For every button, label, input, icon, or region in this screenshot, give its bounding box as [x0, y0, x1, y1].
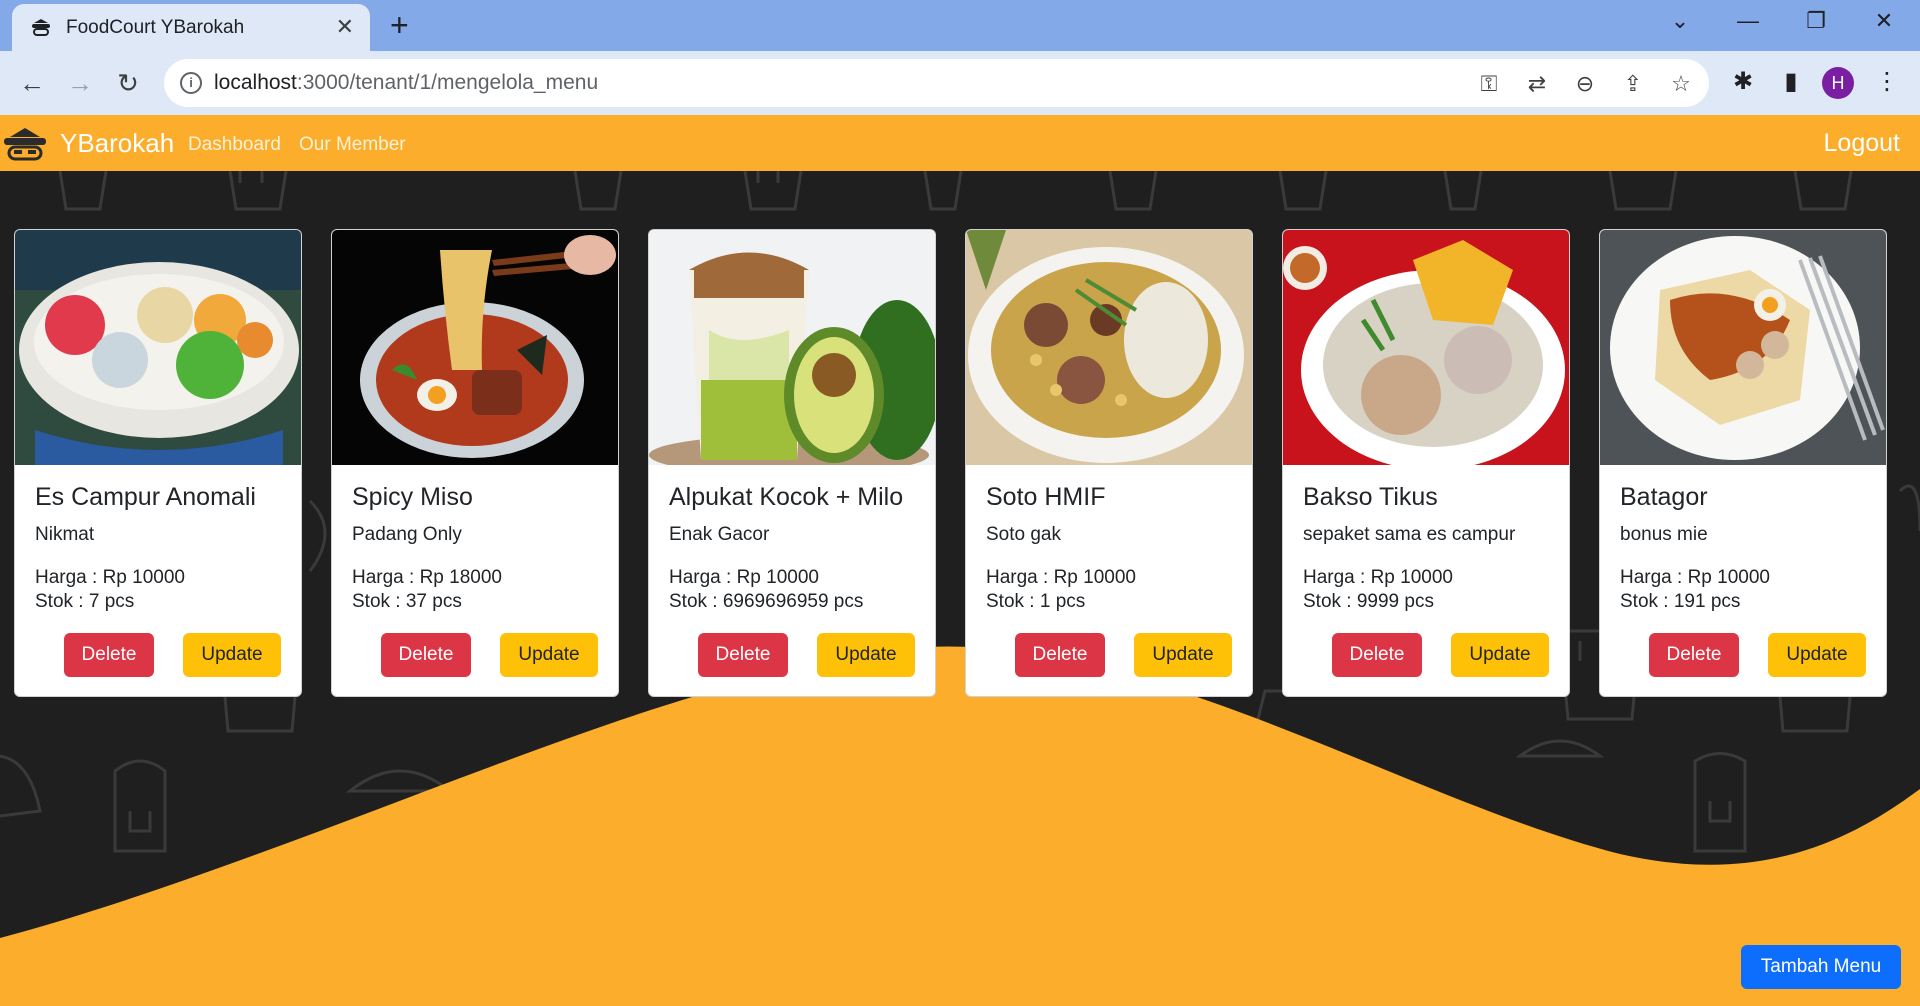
- page-content: YBarokah Dashboard Our Member Logout Es …: [0, 115, 1920, 1006]
- menu-image-es-campur: [15, 230, 301, 465]
- browser-tab[interactable]: FoodCourt YBarokah ✕: [12, 4, 370, 51]
- menu-description: sepaket sama es campur: [1303, 524, 1516, 545]
- address-bar[interactable]: i localhost:3000/tenant/1/mengelola_menu…: [164, 59, 1709, 107]
- nav-link-dashboard[interactable]: Dashboard: [188, 134, 281, 156]
- browser-tab-strip: FoodCourt YBarokah ✕ + ⌄ — ❐ ✕: [0, 0, 1920, 51]
- menu-description: Enak Gacor: [669, 524, 770, 545]
- menu-description: bonus mie: [1620, 524, 1708, 545]
- forward-icon[interactable]: →: [62, 65, 98, 101]
- close-window-icon[interactable]: ✕: [1864, 8, 1904, 34]
- new-tab-icon[interactable]: +: [390, 7, 409, 43]
- bookmark-star-icon[interactable]: ☆: [1668, 71, 1694, 97]
- menu-name: Bakso Tikus: [1303, 483, 1438, 511]
- share-icon[interactable]: ⇪: [1620, 71, 1646, 97]
- nav-link-our-member[interactable]: Our Member: [299, 134, 406, 156]
- translate-icon[interactable]: ⇄: [1524, 71, 1550, 97]
- menu-description: Nikmat: [35, 524, 95, 545]
- update-button[interactable]: Update: [1768, 633, 1866, 677]
- tab-title: FoodCourt YBarokah: [66, 17, 245, 38]
- menu-stock: Stok : 1 pcs: [986, 591, 1086, 612]
- menu-name: Spicy Miso: [352, 483, 473, 511]
- menu-image-batagor: [1600, 230, 1886, 465]
- site-navbar: YBarokah Dashboard Our Member Logout: [0, 115, 1920, 171]
- delete-button[interactable]: Delete: [698, 633, 788, 677]
- menu-name: Soto HMIF: [986, 483, 1106, 511]
- menu-price: Harga : Rp 18000: [352, 567, 502, 588]
- menu-stock: Stok : 7 pcs: [35, 591, 135, 612]
- update-button[interactable]: Update: [1451, 633, 1549, 677]
- menu-card: Es Campur Anomali Nikmat Harga : Rp 1000…: [14, 229, 302, 697]
- menu-stock: Stok : 37 pcs: [352, 591, 462, 612]
- site-info-icon[interactable]: i: [180, 72, 202, 94]
- menu-card: Spicy Miso Padang Only Harga : Rp 18000 …: [331, 229, 619, 697]
- chrome-menu-icon[interactable]: ⋮: [1870, 65, 1904, 99]
- menu-description: Padang Only: [352, 524, 462, 545]
- brand-name[interactable]: YBarokah: [60, 128, 174, 159]
- menu-image-bakso: [1283, 230, 1569, 465]
- side-panel-icon[interactable]: ▮: [1774, 65, 1808, 99]
- update-button[interactable]: Update: [817, 633, 915, 677]
- restore-icon[interactable]: ❐: [1796, 8, 1836, 34]
- menu-price: Harga : Rp 10000: [35, 567, 185, 588]
- menu-stock: Stok : 191 pcs: [1620, 591, 1741, 612]
- update-button[interactable]: Update: [183, 633, 281, 677]
- update-button[interactable]: Update: [1134, 633, 1232, 677]
- reload-icon[interactable]: ↻: [110, 65, 146, 101]
- tab-search-chevron-icon[interactable]: ⌄: [1660, 8, 1700, 34]
- menu-description: Soto gak: [986, 524, 1061, 545]
- password-key-icon[interactable]: ⚿: [1476, 71, 1502, 97]
- menu-stock: Stok : 6969696959 pcs: [669, 591, 864, 612]
- update-button[interactable]: Update: [500, 633, 598, 677]
- site-favicon-icon: [32, 19, 50, 36]
- menu-card: Bakso Tikus sepaket sama es campur Harga…: [1282, 229, 1570, 697]
- url-text[interactable]: localhost:3000/tenant/1/mengelola_menu: [214, 71, 598, 95]
- menu-price: Harga : Rp 10000: [669, 567, 819, 588]
- extensions-puzzle-icon[interactable]: ✱: [1726, 65, 1760, 99]
- menu-price: Harga : Rp 10000: [1303, 567, 1453, 588]
- add-menu-button[interactable]: Tambah Menu: [1741, 945, 1901, 989]
- menu-card: Soto HMIF Soto gak Harga : Rp 10000 Stok…: [965, 229, 1253, 697]
- menu-price: Harga : Rp 10000: [1620, 567, 1770, 588]
- menu-name: Batagor: [1620, 483, 1708, 511]
- menu-stock: Stok : 9999 pcs: [1303, 591, 1434, 612]
- menu-name: Es Campur Anomali: [35, 483, 256, 511]
- zoom-out-icon[interactable]: ⊖: [1572, 71, 1598, 97]
- menu-image-soto: [966, 230, 1252, 465]
- browser-toolbar: ← → ↻ i localhost:3000/tenant/1/mengelol…: [0, 51, 1920, 115]
- menu-price: Harga : Rp 10000: [986, 567, 1136, 588]
- menu-card: Alpukat Kocok + Milo Enak Gacor Harga : …: [648, 229, 936, 697]
- menu-image-spicy-miso: [332, 230, 618, 465]
- brand-logo-icon[interactable]: [2, 125, 48, 161]
- delete-button[interactable]: Delete: [1649, 633, 1739, 677]
- delete-button[interactable]: Delete: [64, 633, 154, 677]
- menu-name: Alpukat Kocok + Milo: [669, 483, 904, 511]
- profile-avatar[interactable]: H: [1822, 67, 1854, 99]
- back-icon[interactable]: ←: [14, 65, 50, 101]
- delete-button[interactable]: Delete: [1332, 633, 1422, 677]
- delete-button[interactable]: Delete: [1015, 633, 1105, 677]
- tab-close-icon[interactable]: ✕: [336, 14, 354, 40]
- logout-link[interactable]: Logout: [1824, 129, 1900, 158]
- minimize-icon[interactable]: —: [1728, 8, 1768, 34]
- menu-card: Batagor bonus mie Harga : Rp 10000 Stok …: [1599, 229, 1887, 697]
- menu-image-alpukat-kocok: [649, 230, 935, 465]
- delete-button[interactable]: Delete: [381, 633, 471, 677]
